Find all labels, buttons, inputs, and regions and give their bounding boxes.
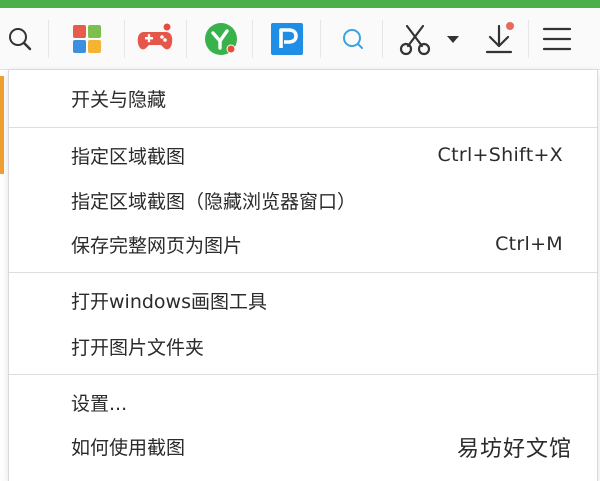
- chevron-down-icon: [447, 36, 459, 43]
- toolbar-separator: [186, 20, 187, 58]
- screenshot-dropdown-button[interactable]: [440, 8, 466, 70]
- toolbar-separator: [320, 20, 321, 58]
- green-app-icon: [205, 23, 237, 55]
- menu-separator: [9, 272, 597, 273]
- toolbar-separator: [382, 20, 383, 58]
- game-button[interactable]: [130, 8, 180, 70]
- watermark-text: 易坊好文馆: [456, 437, 572, 462]
- toolbar-separator: [48, 20, 49, 58]
- toolbar-separator: [124, 20, 125, 58]
- menu-item-label: 开关与隐藏: [71, 88, 167, 111]
- menu-item-label: 打开图片文件夹: [71, 336, 205, 359]
- menu-item-label: 保存完整网页为图片: [71, 234, 243, 257]
- search-circle-icon: [343, 29, 363, 49]
- menu-item-label: 指定区域截图: [71, 145, 186, 168]
- screenshot-button[interactable]: [392, 8, 438, 70]
- menu-item-open-image-folder[interactable]: 打开图片文件夹: [9, 326, 597, 366]
- menu-separator: [9, 374, 597, 375]
- top-accent-bar: [0, 0, 600, 8]
- screenshot-dropdown-menu: 开关与隐藏 指定区域截图 Ctrl+Shift+X 指定区域截图（隐藏浏览器窗口…: [8, 70, 598, 481]
- scissors-icon: [399, 24, 431, 56]
- menu-separator: [9, 127, 597, 128]
- menu-item-open-paint[interactable]: 打开windows画图工具: [9, 280, 597, 320]
- search-icon: [9, 28, 32, 51]
- menu-item-label: 如何使用截图: [71, 436, 186, 459]
- hamburger-menu-icon: [542, 27, 572, 51]
- game-controller-icon: [137, 23, 173, 50]
- menu-item-label: 指定区域截图（隐藏浏览器窗口）: [71, 190, 357, 213]
- browser-toolbar: [0, 8, 600, 70]
- pdf-p-icon: [271, 23, 303, 55]
- menu-item-label: 打开windows画图工具: [71, 290, 267, 313]
- main-menu-button[interactable]: [534, 8, 580, 70]
- search-button[interactable]: [0, 8, 40, 70]
- menu-item-shortcut: Ctrl+Shift+X: [437, 144, 563, 166]
- p-app-button[interactable]: [262, 8, 312, 70]
- menu-item-region-screenshot-hide-browser[interactable]: 指定区域截图（隐藏浏览器窗口）: [9, 180, 597, 220]
- download-button[interactable]: [476, 8, 522, 70]
- menu-item-label: 设置...: [71, 392, 128, 415]
- menu-item-shortcut: Ctrl+M: [495, 233, 563, 255]
- toolbar-separator: [528, 20, 529, 58]
- menu-item-toggle-hide[interactable]: 开关与隐藏: [9, 78, 597, 118]
- menu-item-save-full-page[interactable]: 保存完整网页为图片 Ctrl+M: [9, 224, 597, 264]
- green-app-button[interactable]: [196, 8, 246, 70]
- toolbar-separator: [252, 20, 253, 58]
- search-extension-button[interactable]: [330, 8, 376, 70]
- menu-item-settings[interactable]: 设置...: [9, 382, 597, 422]
- apps-grid-icon: [73, 25, 101, 53]
- menu-item-region-screenshot[interactable]: 指定区域截图 Ctrl+Shift+X: [9, 135, 597, 175]
- background-page-strip: [0, 76, 4, 174]
- download-icon: [485, 22, 514, 54]
- apps-button[interactable]: [62, 8, 112, 70]
